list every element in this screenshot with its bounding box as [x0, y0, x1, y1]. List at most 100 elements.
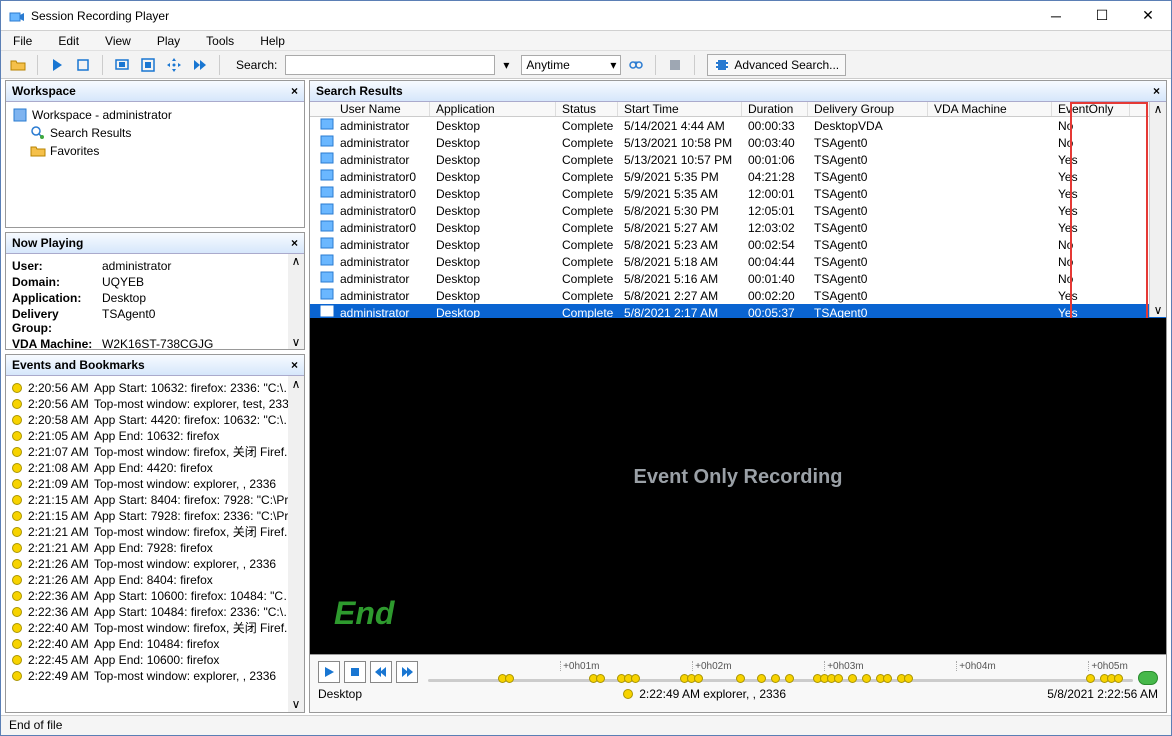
tree-search-results[interactable]: Search Results	[30, 124, 298, 142]
workspace-close-icon[interactable]: ×	[291, 84, 298, 98]
event-row[interactable]: 2:21:08 AMApp End: 4420: firefox	[12, 460, 298, 476]
table-row[interactable]: administratorDesktopComplete5/14/2021 4:…	[310, 117, 1166, 134]
timeline-event-dot[interactable]	[834, 674, 843, 683]
table-row[interactable]: administratorDesktopComplete5/8/2021 5:1…	[310, 253, 1166, 270]
table-row[interactable]: administrator0DesktopComplete5/9/2021 5:…	[310, 185, 1166, 202]
menu-tools[interactable]: Tools	[202, 32, 238, 50]
screen-button[interactable]	[111, 54, 133, 76]
results-scrollbar[interactable]: ∧∨	[1149, 102, 1166, 317]
open-folder-button[interactable]	[7, 54, 29, 76]
fast-forward-button[interactable]	[189, 54, 211, 76]
tl-rewind-button[interactable]	[370, 661, 392, 683]
event-row[interactable]: 2:22:45 AMApp End: 10600: firefox	[12, 652, 298, 668]
col-starttime[interactable]: Start Time	[618, 102, 742, 116]
results-table: User Name Application Status Start Time …	[310, 102, 1166, 318]
table-row[interactable]: administratorDesktopComplete5/8/2021 5:1…	[310, 270, 1166, 287]
timeline-event-dot[interactable]	[596, 674, 605, 683]
event-row[interactable]: 2:21:15 AMApp Start: 7928: firefox: 2336…	[12, 508, 298, 524]
menu-view[interactable]: View	[101, 32, 135, 50]
timeline-event-dot[interactable]	[505, 674, 514, 683]
now-playing-panel: Now Playing × ∧∨ User:administratorDomai…	[5, 232, 305, 350]
advanced-search-button[interactable]: Advanced Search...	[707, 54, 846, 76]
col-duration[interactable]: Duration	[742, 102, 808, 116]
table-row[interactable]: administratorDesktopComplete5/13/2021 10…	[310, 151, 1166, 168]
workspace-root[interactable]: Workspace - administrator	[12, 106, 298, 124]
col-application[interactable]: Application	[430, 102, 556, 116]
table-row[interactable]: administrator0DesktopComplete5/8/2021 5:…	[310, 202, 1166, 219]
timeline-event-dot[interactable]	[631, 674, 640, 683]
timeline-tick: +0h04m	[956, 661, 995, 671]
event-row[interactable]: 2:20:56 AMTop-most window: explorer, tes…	[12, 396, 298, 412]
timeline-event-dot[interactable]	[1086, 674, 1095, 683]
toolbar: Search: ▾ Anytime ▾ Advanced Search...	[1, 51, 1171, 79]
unknown-tool-button[interactable]	[664, 54, 686, 76]
event-row[interactable]: 2:21:09 AMTop-most window: explorer, , 2…	[12, 476, 298, 492]
table-row[interactable]: administratorDesktopComplete5/8/2021 5:2…	[310, 236, 1166, 253]
event-row[interactable]: 2:21:05 AMApp End: 10632: firefox	[12, 428, 298, 444]
maximize-button[interactable]: ☐	[1079, 1, 1125, 31]
timeline-event-dot[interactable]	[771, 674, 780, 683]
end-indicator: End	[334, 595, 394, 632]
search-input[interactable]	[285, 55, 495, 75]
menu-edit[interactable]: Edit	[54, 32, 83, 50]
event-row[interactable]: 2:21:26 AMApp End: 8404: firefox	[12, 572, 298, 588]
search-dropdown-icon[interactable]: ▾	[499, 58, 513, 72]
event-row[interactable]: 2:21:15 AMApp Start: 8404: firefox: 7928…	[12, 492, 298, 508]
timeline-event-dot[interactable]	[757, 674, 766, 683]
timeline-event-dot[interactable]	[848, 674, 857, 683]
col-vdamachine[interactable]: VDA Machine	[928, 102, 1052, 116]
event-row[interactable]: 2:22:40 AMApp End: 10484: firefox	[12, 636, 298, 652]
titlebar: Session Recording Player ─ ☐ ✕	[1, 1, 1171, 31]
event-row[interactable]: 2:22:36 AMApp Start: 10600: firefox: 104…	[12, 588, 298, 604]
table-row[interactable]: administratorDesktopComplete5/13/2021 10…	[310, 134, 1166, 151]
timeline-event-dot[interactable]	[862, 674, 871, 683]
event-row[interactable]: 2:20:56 AMApp Start: 10632: firefox: 233…	[12, 380, 298, 396]
event-row[interactable]: 2:22:40 AMTop-most window: firefox, 关闭 F…	[12, 620, 298, 636]
now-playing-scrollbar[interactable]: ∧∨	[288, 254, 304, 349]
stop-button[interactable]	[72, 54, 94, 76]
timeline-event-dot[interactable]	[736, 674, 745, 683]
timeline-event-dot[interactable]	[1114, 674, 1123, 683]
table-row[interactable]: administrator0DesktopComplete5/9/2021 5:…	[310, 168, 1166, 185]
timeline-event-dot[interactable]	[883, 674, 892, 683]
event-row[interactable]: 2:22:36 AMApp Start: 10484: firefox: 233…	[12, 604, 298, 620]
menu-play[interactable]: Play	[153, 32, 184, 50]
close-button[interactable]: ✕	[1125, 1, 1171, 31]
tl-play-button[interactable]	[318, 661, 340, 683]
event-row[interactable]: 2:21:26 AMTop-most window: explorer, , 2…	[12, 556, 298, 572]
event-row[interactable]: 2:21:07 AMTop-most window: firefox, 关闭 F…	[12, 444, 298, 460]
event-dot-icon	[623, 689, 633, 699]
search-results-close-icon[interactable]: ×	[1153, 84, 1160, 98]
table-row[interactable]: administratorDesktopComplete5/8/2021 2:2…	[310, 287, 1166, 304]
event-row[interactable]: 2:21:21 AMApp End: 7928: firefox	[12, 540, 298, 556]
timeline-event-dot[interactable]	[785, 674, 794, 683]
menu-help[interactable]: Help	[256, 32, 289, 50]
table-row[interactable]: administrator0DesktopComplete5/8/2021 5:…	[310, 219, 1166, 236]
event-row[interactable]: 2:22:49 AMTop-most window: explorer, , 2…	[12, 668, 298, 684]
fit-screen-button[interactable]	[137, 54, 159, 76]
search-go-button[interactable]	[625, 54, 647, 76]
timeline-track[interactable]: +0h01m+0h02m+0h03m+0h04m+0h05m	[428, 661, 1158, 685]
col-status[interactable]: Status	[556, 102, 618, 116]
menu-file[interactable]: File	[9, 32, 36, 50]
minimize-button[interactable]: ─	[1033, 1, 1079, 31]
play-button[interactable]	[46, 54, 68, 76]
events-close-icon[interactable]: ×	[291, 358, 298, 372]
search-label: Search:	[236, 58, 277, 72]
event-row[interactable]: 2:20:58 AMApp Start: 4420: firefox: 1063…	[12, 412, 298, 428]
col-deliverygroup[interactable]: Delivery Group	[808, 102, 928, 116]
events-scrollbar[interactable]: ∧∨	[288, 376, 304, 712]
time-filter-combo[interactable]: Anytime ▾	[521, 55, 621, 75]
now-playing-close-icon[interactable]: ×	[291, 236, 298, 250]
timeline-event-dot[interactable]	[694, 674, 703, 683]
chevron-down-icon: ▾	[610, 58, 616, 72]
tree-favorites[interactable]: Favorites	[30, 142, 298, 160]
event-row[interactable]: 2:21:21 AMTop-most window: firefox, 关闭 F…	[12, 524, 298, 540]
tl-stop-button[interactable]	[344, 661, 366, 683]
tl-ff-button[interactable]	[396, 661, 418, 683]
col-username[interactable]: User Name	[334, 102, 430, 116]
timeline-event-dot[interactable]	[904, 674, 913, 683]
timeline-tick: +0h05m	[1088, 661, 1127, 671]
pan-button[interactable]	[163, 54, 185, 76]
col-eventonly[interactable]: EventOnly	[1052, 102, 1130, 116]
